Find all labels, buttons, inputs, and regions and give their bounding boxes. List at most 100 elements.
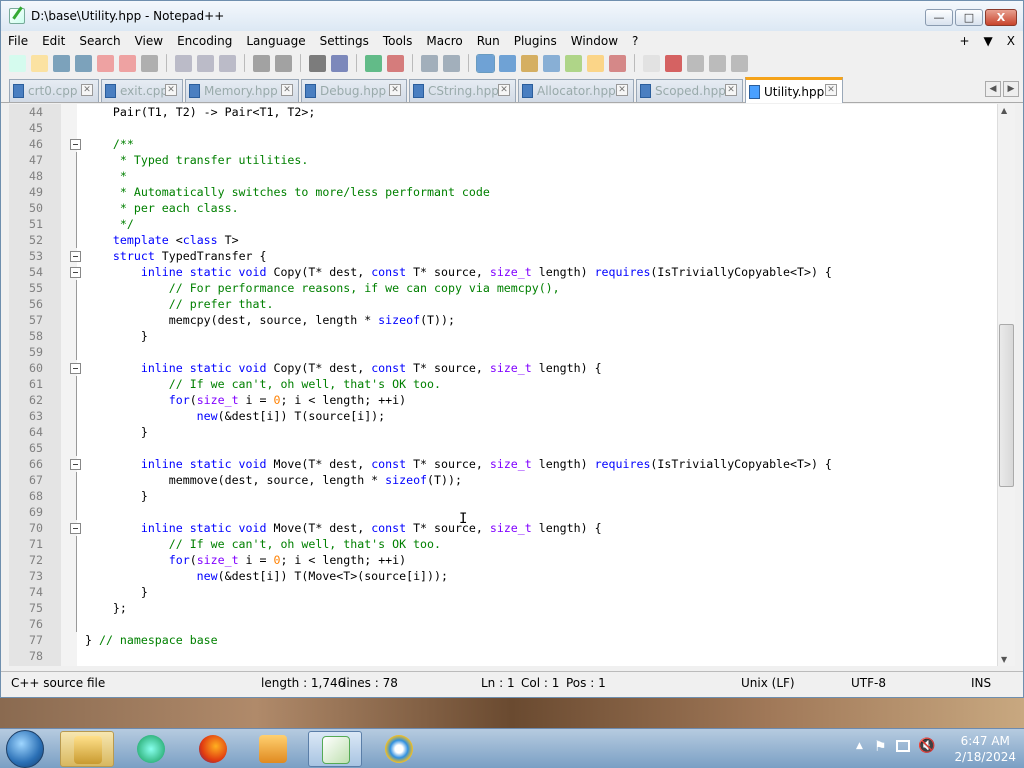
taskbar-media-player[interactable]: [246, 731, 300, 767]
scroll-down-icon[interactable]: ▼: [1001, 655, 1007, 664]
code-line[interactable]: 59: [9, 344, 1015, 360]
tab-close-icon[interactable]: ✕: [81, 84, 93, 96]
save-all-icon[interactable]: [75, 54, 92, 72]
scroll-up-icon[interactable]: ▲: [1001, 106, 1007, 115]
zoom-out-icon[interactable]: [387, 54, 404, 72]
find-icon[interactable]: [309, 54, 326, 72]
sync-h-icon[interactable]: [443, 54, 460, 72]
menu-item-macro[interactable]: Macro: [419, 31, 469, 51]
taskbar-ie[interactable]: [372, 731, 426, 767]
show-hidden-icons-icon[interactable]: ▲: [856, 741, 863, 751]
fold-toggle-icon[interactable]: [70, 459, 81, 470]
status-mode[interactable]: INS: [971, 676, 991, 690]
indent-guide-icon[interactable]: [521, 54, 538, 72]
menu-item-encoding[interactable]: Encoding: [170, 31, 239, 51]
show-all-icon[interactable]: [499, 54, 516, 72]
doc-map-icon[interactable]: [543, 54, 560, 72]
tab-close-icon[interactable]: ✕: [165, 84, 177, 96]
fold-toggle-icon[interactable]: [70, 363, 81, 374]
menu-item-window[interactable]: Window: [564, 31, 625, 51]
fold-toggle-icon[interactable]: [70, 251, 81, 262]
code-line[interactable]: 49 * Automatically switches to more/less…: [9, 184, 1015, 200]
code-line[interactable]: 66 inline static void Move(T* dest, cons…: [9, 456, 1015, 472]
network-icon[interactable]: [896, 740, 910, 752]
play-multi-icon[interactable]: [709, 54, 726, 72]
code-line[interactable]: 69: [9, 504, 1015, 520]
code-line[interactable]: 64 }: [9, 424, 1015, 440]
word-wrap-icon[interactable]: [476, 53, 495, 73]
tab-scroll-left-icon[interactable]: ◀: [985, 81, 1001, 97]
record-macro-icon[interactable]: [643, 54, 660, 72]
code-line[interactable]: 53 struct TypedTransfer {: [9, 248, 1015, 264]
tab-cstring-hpp[interactable]: CString.hpp ✕: [409, 79, 516, 102]
clock[interactable]: 6:47 AM 2/18/2024: [954, 733, 1016, 765]
code-area[interactable]: 44 Pair(T1, T2) -> Pair<T1, T2>; 45 46 /**…: [9, 104, 1015, 664]
cut-icon[interactable]: [175, 54, 192, 72]
menu-item-language[interactable]: Language: [239, 31, 312, 51]
volume-muted-icon[interactable]: 🔇: [918, 738, 935, 754]
maximize-button[interactable]: □: [955, 9, 983, 26]
tab-exit-cpp[interactable]: exit.cpp ✕: [101, 79, 183, 102]
menu-item-tools[interactable]: Tools: [376, 31, 420, 51]
code-line[interactable]: 57 memcpy(dest, source, length * sizeof(…: [9, 312, 1015, 328]
menu-item-edit[interactable]: Edit: [35, 31, 72, 51]
code-line[interactable]: 63 new(&dest[i]) T(source[i]);: [9, 408, 1015, 424]
menu-item-help[interactable]: ?: [625, 31, 645, 51]
code-line[interactable]: 72 for(size_t i = 0; i < length; ++i): [9, 552, 1015, 568]
close-button[interactable]: X: [985, 9, 1017, 26]
code-line[interactable]: 45: [9, 120, 1015, 136]
code-line[interactable]: 60 inline static void Copy(T* dest, cons…: [9, 360, 1015, 376]
paste-icon[interactable]: [219, 54, 236, 72]
tab-close-icon[interactable]: ✕: [281, 84, 293, 96]
menu-item-search[interactable]: Search: [72, 31, 127, 51]
vertical-scrollbar[interactable]: ▲ ▼: [997, 104, 1015, 666]
redo-icon[interactable]: [275, 54, 292, 72]
code-line[interactable]: 71 // If we can't, oh well, that's OK to…: [9, 536, 1015, 552]
function-list-icon[interactable]: [565, 54, 582, 72]
new-file-icon[interactable]: [9, 54, 26, 72]
open-file-icon[interactable]: [31, 54, 48, 72]
print-icon[interactable]: [141, 54, 158, 72]
start-button[interactable]: [6, 730, 44, 768]
code-line[interactable]: 78: [9, 648, 1015, 664]
taskbar-notepadpp[interactable]: [308, 731, 362, 767]
code-line[interactable]: 76: [9, 616, 1015, 632]
monitor-icon[interactable]: [609, 54, 626, 72]
code-line[interactable]: 61 // If we can't, oh well, that's OK to…: [9, 376, 1015, 392]
tab-crt0-cpp[interactable]: crt0.cpp ✕: [9, 79, 99, 102]
zoom-in-icon[interactable]: [365, 54, 382, 72]
code-line[interactable]: 62 for(size_t i = 0; i < length; ++i): [9, 392, 1015, 408]
new-tab-icon[interactable]: +: [959, 31, 969, 51]
code-line[interactable]: 46 /**: [9, 136, 1015, 152]
title-bar[interactable]: D:\base\Utility.hpp - Notepad++ — □ X: [1, 1, 1023, 31]
menu-item-plugins[interactable]: Plugins: [507, 31, 564, 51]
close-all-icon[interactable]: [119, 54, 136, 72]
stop-macro-icon[interactable]: [665, 54, 682, 72]
save-icon[interactable]: [53, 54, 70, 72]
replace-icon[interactable]: [331, 54, 348, 72]
play-macro-icon[interactable]: [687, 54, 704, 72]
code-line[interactable]: 65: [9, 440, 1015, 456]
tab-debug-hpp[interactable]: Debug.hpp ✕: [301, 79, 407, 102]
save-macro-icon[interactable]: [731, 54, 748, 72]
taskbar-explorer[interactable]: [60, 731, 114, 767]
menu-item-view[interactable]: View: [128, 31, 170, 51]
menu-item-settings[interactable]: Settings: [313, 31, 376, 51]
code-line[interactable]: 44 Pair(T1, T2) -> Pair<T1, T2>;: [9, 104, 1015, 120]
code-line[interactable]: 51 */: [9, 216, 1015, 232]
menu-item-file[interactable]: File: [1, 31, 35, 51]
code-line[interactable]: 47 * Typed transfer utilities.: [9, 152, 1015, 168]
fold-toggle-icon[interactable]: [70, 139, 81, 150]
tab-close-icon[interactable]: ✕: [389, 84, 401, 96]
code-line[interactable]: 54 inline static void Copy(T* dest, cons…: [9, 264, 1015, 280]
close-icon[interactable]: [97, 54, 114, 72]
status-eol[interactable]: Unix (LF): [741, 676, 795, 690]
code-line[interactable]: 48 *: [9, 168, 1015, 184]
close-doc-icon[interactable]: X: [1007, 31, 1015, 51]
code-line[interactable]: 55 // For performance reasons, if we can…: [9, 280, 1015, 296]
code-line[interactable]: 58 }: [9, 328, 1015, 344]
code-line[interactable]: 70 inline static void Move(T* dest, cons…: [9, 520, 1015, 536]
undo-icon[interactable]: [253, 54, 270, 72]
tab-close-icon[interactable]: ✕: [725, 84, 737, 96]
tab-allocator-hpp[interactable]: Allocator.hpp ✕: [518, 79, 634, 102]
